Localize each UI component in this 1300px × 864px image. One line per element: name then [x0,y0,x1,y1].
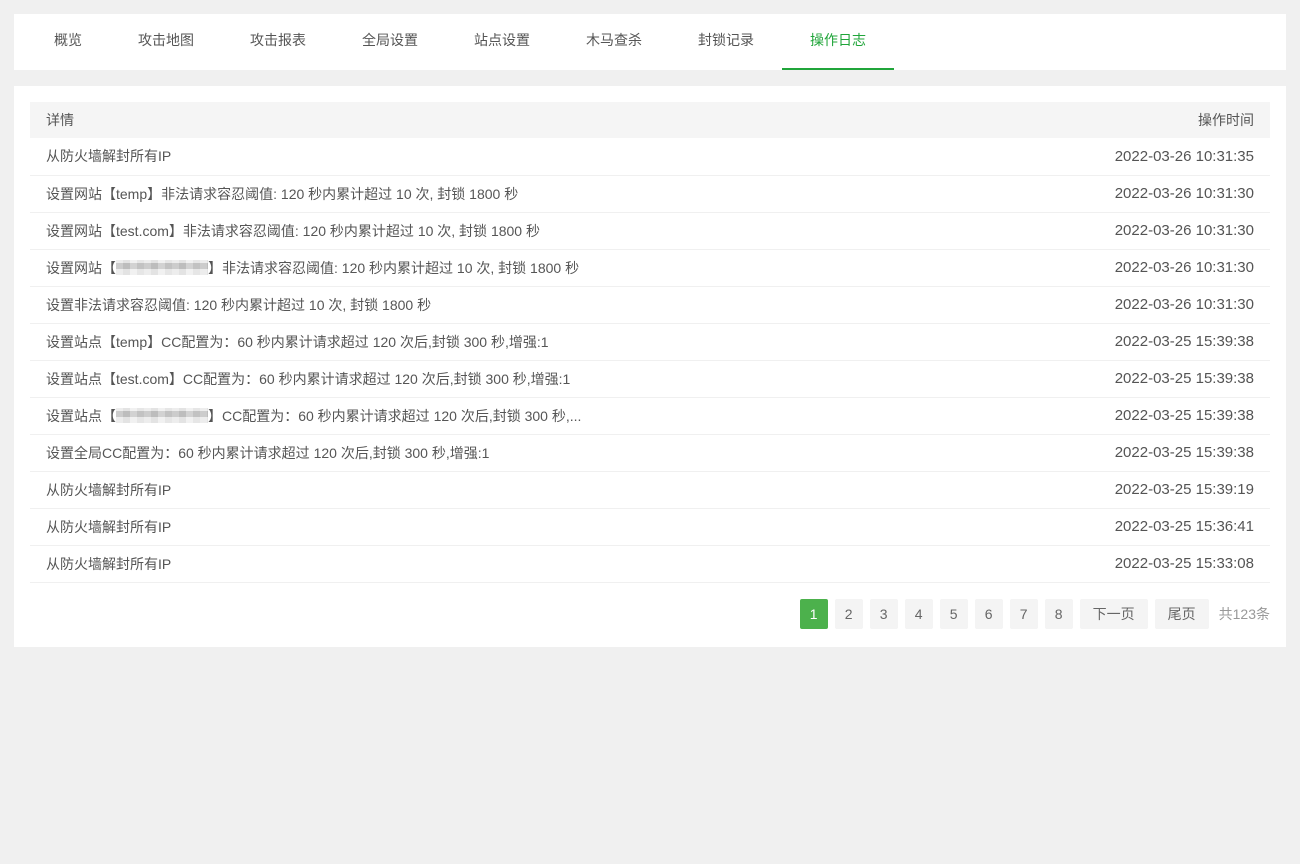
log-detail: 从防火墙解封所有IP [30,508,1050,545]
log-time: 2022-03-25 15:33:08 [1050,545,1270,582]
log-time: 2022-03-26 10:31:30 [1050,286,1270,323]
table-row: 设置网站【temp】非法请求容忍阈值: 120 秒内累计超过 10 次, 封锁 … [30,175,1270,212]
tab-site-settings[interactable]: 站点设置 [446,14,558,70]
page-button-5[interactable]: 5 [940,599,968,629]
log-time: 2022-03-26 10:31:30 [1050,249,1270,286]
log-detail: 设置网站【test.com】非法请求容忍阈值: 120 秒内累计超过 10 次,… [30,212,1050,249]
tab-trojan-scan[interactable]: 木马查杀 [558,14,670,70]
log-time: 2022-03-26 10:31:30 [1050,212,1270,249]
last-page-button[interactable]: 尾页 [1155,599,1209,629]
page-button-6[interactable]: 6 [975,599,1003,629]
table-row: 设置网站【test.com】非法请求容忍阈值: 120 秒内累计超过 10 次,… [30,212,1270,249]
page-button-4[interactable]: 4 [905,599,933,629]
column-header-time: 操作时间 [1050,102,1270,138]
table-header-row: 详情 操作时间 [30,102,1270,138]
redacted-site-name [116,408,208,423]
log-time: 2022-03-25 15:39:38 [1050,360,1270,397]
log-detail: 设置全局CC配置为：60 秒内累计请求超过 120 次后,封锁 300 秒,增强… [30,434,1050,471]
table-row: 设置全局CC配置为：60 秒内累计请求超过 120 次后,封锁 300 秒,增强… [30,434,1270,471]
log-time: 2022-03-25 15:39:19 [1050,471,1270,508]
table-row: 从防火墙解封所有IP 2022-03-26 10:31:35 [30,138,1270,175]
operation-log-panel: 详情 操作时间 从防火墙解封所有IP 2022-03-26 10:31:35 设… [14,86,1286,647]
page-button-1[interactable]: 1 [800,599,828,629]
page-button-2[interactable]: 2 [835,599,863,629]
column-header-detail: 详情 [30,102,1050,138]
tab-block-records[interactable]: 封锁记录 [670,14,782,70]
table-row: 设置站点【temp】CC配置为：60 秒内累计请求超过 120 次后,封锁 30… [30,323,1270,360]
log-time: 2022-03-25 15:36:41 [1050,508,1270,545]
table-row: 设置网站【】非法请求容忍阈值: 120 秒内累计超过 10 次, 封锁 1800… [30,249,1270,286]
page-button-7[interactable]: 7 [1010,599,1038,629]
log-detail: 从防火墙解封所有IP [30,471,1050,508]
log-detail: 设置网站【temp】非法请求容忍阈值: 120 秒内累计超过 10 次, 封锁 … [30,175,1050,212]
log-detail: 从防火墙解封所有IP [30,138,1050,175]
tab-attack-report[interactable]: 攻击报表 [222,14,334,70]
tab-global-settings[interactable]: 全局设置 [334,14,446,70]
tab-bar: 概览攻击地图攻击报表全局设置站点设置木马查杀封锁记录操作日志 [14,14,1286,70]
log-time: 2022-03-25 15:39:38 [1050,434,1270,471]
redacted-site-name [116,260,208,275]
table-row: 从防火墙解封所有IP 2022-03-25 15:33:08 [30,545,1270,582]
table-row: 设置站点【test.com】CC配置为：60 秒内累计请求超过 120 次后,封… [30,360,1270,397]
operation-log-table: 详情 操作时间 从防火墙解封所有IP 2022-03-26 10:31:35 设… [30,102,1270,583]
table-row: 设置站点【】CC配置为：60 秒内累计请求超过 120 次后,封锁 300 秒,… [30,397,1270,434]
page-button-8[interactable]: 8 [1045,599,1073,629]
tab-operation-log[interactable]: 操作日志 [782,14,894,70]
log-detail: 从防火墙解封所有IP [30,545,1050,582]
log-time: 2022-03-26 10:31:35 [1050,138,1270,175]
tab-attack-map[interactable]: 攻击地图 [110,14,222,70]
log-time: 2022-03-26 10:31:30 [1050,175,1270,212]
pagination: 12345678 下一页 尾页 共123条 [30,599,1270,631]
table-row: 从防火墙解封所有IP 2022-03-25 15:36:41 [30,508,1270,545]
log-detail: 设置非法请求容忍阈值: 120 秒内累计超过 10 次, 封锁 1800 秒 [30,286,1050,323]
log-time: 2022-03-25 15:39:38 [1050,397,1270,434]
page-button-3[interactable]: 3 [870,599,898,629]
log-detail: 设置网站【】非法请求容忍阈值: 120 秒内累计超过 10 次, 封锁 1800… [30,249,1050,286]
log-detail: 设置站点【】CC配置为：60 秒内累计请求超过 120 次后,封锁 300 秒,… [30,397,1050,434]
log-detail: 设置站点【test.com】CC配置为：60 秒内累计请求超过 120 次后,封… [30,360,1050,397]
table-row: 设置非法请求容忍阈值: 120 秒内累计超过 10 次, 封锁 1800 秒 2… [30,286,1270,323]
total-count-label: 共123条 [1219,604,1270,624]
log-detail: 设置站点【temp】CC配置为：60 秒内累计请求超过 120 次后,封锁 30… [30,323,1050,360]
table-row: 从防火墙解封所有IP 2022-03-25 15:39:19 [30,471,1270,508]
log-time: 2022-03-25 15:39:38 [1050,323,1270,360]
tab-overview[interactable]: 概览 [26,14,110,70]
next-page-button[interactable]: 下一页 [1080,599,1148,629]
